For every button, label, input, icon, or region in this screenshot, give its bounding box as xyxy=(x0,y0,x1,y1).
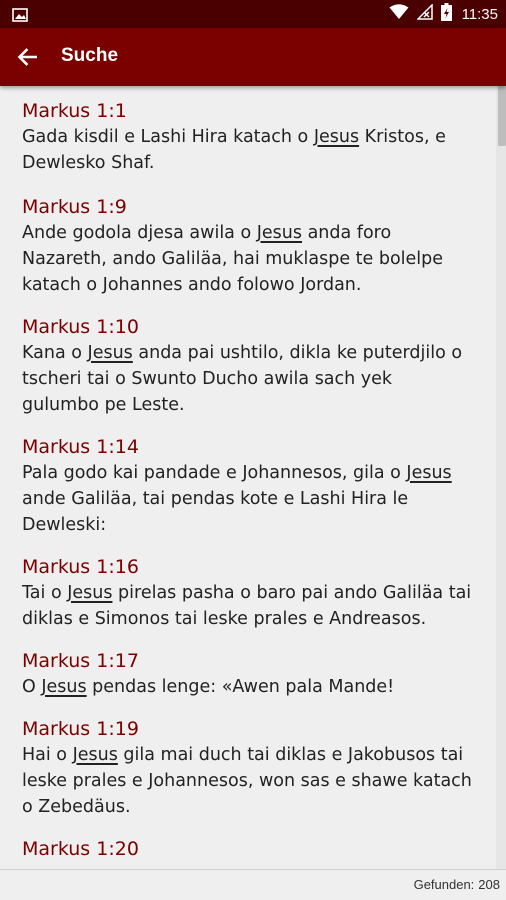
verse-text: Kana o Jesus anda pai ushtilo, dikla ke … xyxy=(22,340,474,418)
arrow-left-icon xyxy=(17,48,37,66)
verse-reference: Markus 1:17 xyxy=(22,650,139,672)
result-count: Gefunden: 208 xyxy=(410,877,500,892)
search-match: Jesus xyxy=(313,127,360,147)
result-item[interactable]: Markus 1:16 Tai o Jesus pirelas pasha o b… xyxy=(0,538,496,632)
result-item[interactable]: Markus 1:17 O Jesus pendas lenge: «Awen p… xyxy=(0,632,496,700)
verse-text-before: Tai o xyxy=(22,583,68,603)
signal-off-icon xyxy=(415,3,433,24)
verse-text-before: Kana o xyxy=(22,343,88,363)
wifi-icon xyxy=(389,4,409,24)
result-item[interactable]: Markus 1:19 Hai o Jesus gila mai duch tai… xyxy=(0,700,496,820)
verse-text-before: Hai o xyxy=(22,745,73,765)
verse-text: Tai o Jesus pirelas pasha o baro pai and… xyxy=(22,580,474,632)
verse-text: Pala godo kai pandade e Johannesos, gila… xyxy=(22,460,474,538)
search-match: Jesus xyxy=(67,583,113,603)
scrollbar[interactable] xyxy=(496,86,506,870)
verse-reference: Markus 1:19 xyxy=(22,718,139,740)
result-item[interactable]: Markus 1:20 xyxy=(0,820,496,862)
search-match: Jesus xyxy=(256,223,303,243)
search-match: Jesus xyxy=(87,343,133,363)
verse-reference: Markus 1:14 xyxy=(22,436,139,458)
result-item[interactable]: Markus 1:9 Ande godola djesa awila o Jesu… xyxy=(0,176,496,298)
result-count-label: Gefunden: xyxy=(413,877,475,892)
battery-charging-icon xyxy=(440,3,452,25)
verse-reference: Markus 1:1 xyxy=(22,100,127,122)
verse-text: Gada kisdil e Lashi Hira katach o Jesus … xyxy=(22,124,474,176)
verse-text-before: Ande godola djesa awila o xyxy=(22,223,257,243)
page-title: Suche xyxy=(61,45,119,66)
result-count-value: 208 xyxy=(478,877,500,892)
verse-reference: Markus 1:16 xyxy=(22,556,139,578)
status-bar: 11:35 xyxy=(0,0,506,28)
verse-reference: Markus 1:9 xyxy=(22,196,127,218)
verse-reference: Markus 1:10 xyxy=(22,316,139,338)
verse-text-before: Pala godo kai pandade e Johannesos, gila… xyxy=(22,463,407,483)
verse-text: O Jesus pendas lenge: «Awen pala Mande! xyxy=(22,674,474,700)
app-bar: Suche xyxy=(0,28,506,86)
search-match: Jesus xyxy=(406,463,452,483)
search-match: Jesus xyxy=(41,677,87,697)
result-item[interactable]: Markus 1:10 Kana o Jesus anda pai ushtilo… xyxy=(0,298,496,418)
result-item[interactable]: Markus 1:1 Gada kisdil e Lashi Hira katac… xyxy=(0,86,496,176)
verse-text-after: ande Galiläa, tai pendas kote e Lashi Hi… xyxy=(22,489,409,535)
verse-text: Ande godola djesa awila o Jesus anda for… xyxy=(22,220,474,298)
verse-text-after: pendas lenge: «Awen pala Mande! xyxy=(86,677,395,697)
search-match: Jesus xyxy=(72,745,118,765)
verse-text: Hai o Jesus gila mai duch tai diklas e J… xyxy=(22,742,474,820)
search-results-list[interactable]: Markus 1:1 Gada kisdil e Lashi Hira katac… xyxy=(0,86,496,870)
verse-text-before: O xyxy=(22,677,42,697)
result-count-bar: Gefunden: 208 xyxy=(0,869,506,900)
image-icon xyxy=(12,7,28,26)
verse-reference: Markus 1:20 xyxy=(22,838,139,860)
result-item[interactable]: Markus 1:14 Pala godo kai pandade e Johan… xyxy=(0,418,496,538)
status-time: 11:35 xyxy=(461,5,498,23)
back-button[interactable] xyxy=(12,42,42,72)
verse-text-before: Gada kisdil e Lashi Hira katach o xyxy=(22,127,314,147)
scrollbar-thumb[interactable] xyxy=(498,86,506,146)
